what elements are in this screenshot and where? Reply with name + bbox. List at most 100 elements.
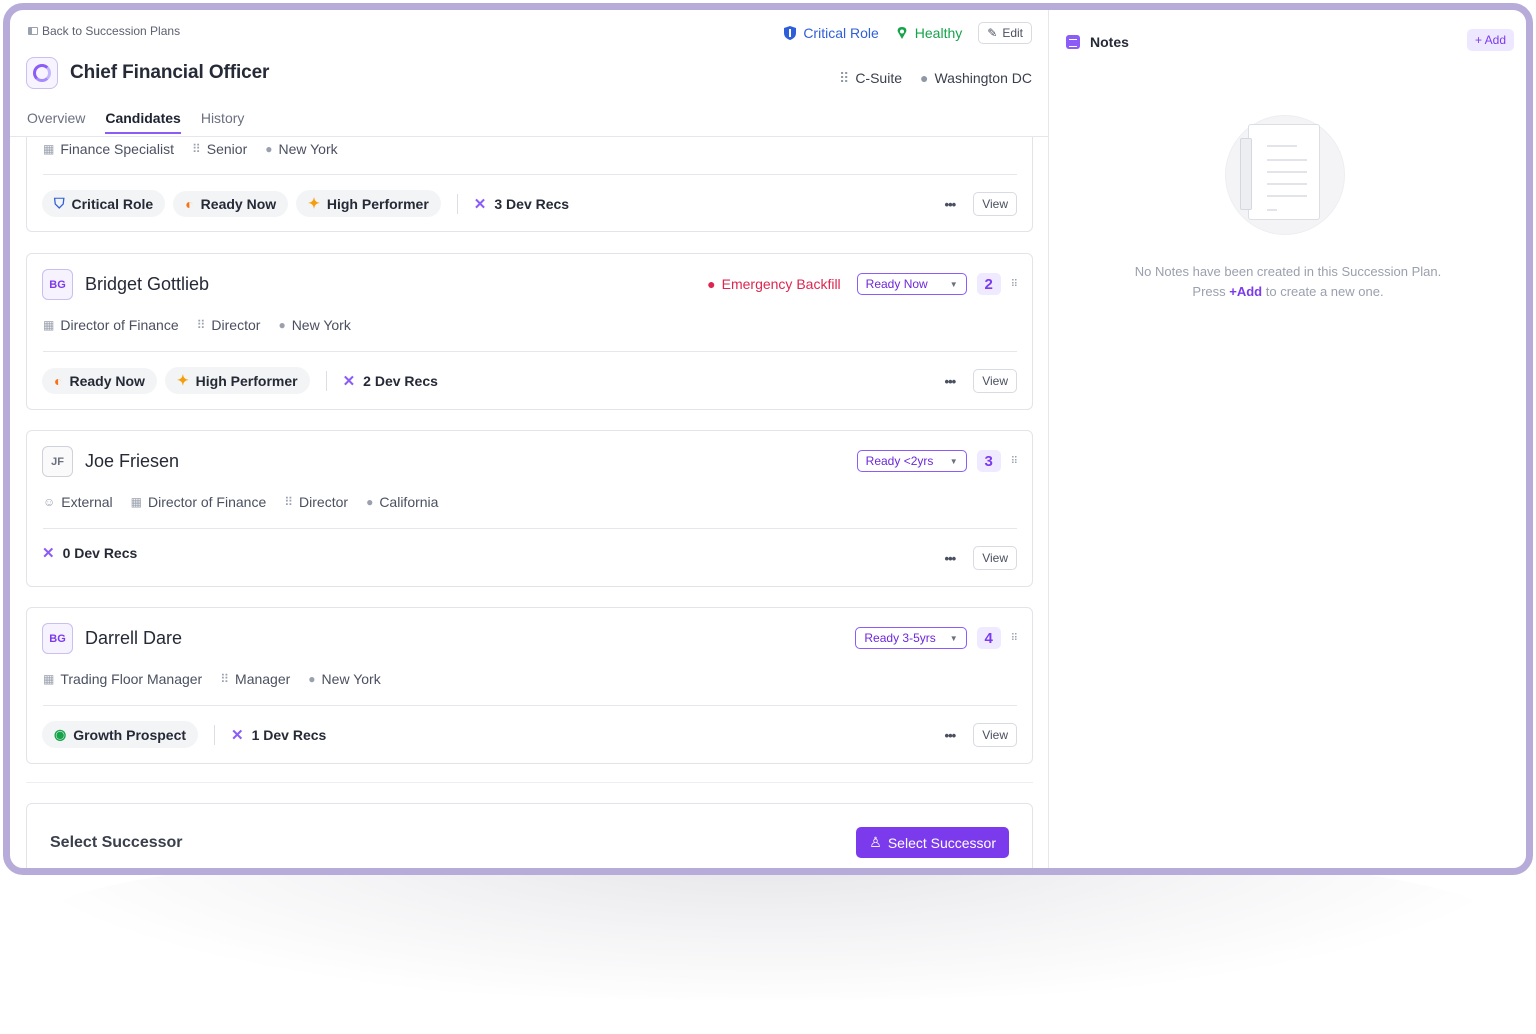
back-label: Back to Succession Plans [42, 24, 181, 38]
candidate-card: BG Darrell Dare Ready 3-5yrs ▼ 4 ⠿ ▦ Tradi… [26, 607, 1033, 764]
select-successor-button[interactable]: ♙ Select Successor [856, 827, 1009, 858]
growth-icon: ◉ [54, 726, 67, 742]
candidate-tags: ◐ Ready Now ✦ High Performer ✕ 2 Dev Recs [42, 367, 438, 394]
tools-icon: ✕ [342, 372, 356, 390]
rank-badge: 4 [976, 627, 1001, 649]
tools-icon: ✕ [473, 195, 487, 213]
org-chart-icon: ⠿ [191, 142, 201, 156]
ready-icon: ◐ [185, 195, 194, 212]
readiness-select[interactable]: Ready 3-5yrs ▼ [855, 627, 967, 649]
rank-badge: 2 [976, 273, 1001, 295]
tag-ready-now: ◐ Ready Now [173, 190, 289, 217]
healthy-badge: Healthy [895, 25, 962, 41]
tag-growth-prospect: ◉ Growth Prospect [42, 721, 199, 748]
empty-notes-message: No Notes have been created in this Succe… [1134, 264, 1442, 299]
readiness-select[interactable]: Ready Now ▼ [856, 273, 967, 295]
chevron-down-icon: ▼ [949, 456, 958, 466]
candidate-card: JF Joe Friesen Ready <2yrs ▼ 3 ⠿ ☺ Externa… [26, 430, 1033, 587]
candidate-header: BG Darrell Dare [42, 623, 182, 654]
card-actions: ••• View [945, 546, 1017, 570]
building-icon: ▦ [130, 495, 142, 509]
more-options-icon[interactable]: ••• [945, 551, 957, 566]
candidates-list[interactable]: ▦ Finance Specialist ⠿ Senior ● New York ⛉ C… [10, 137, 1048, 868]
tab-candidates[interactable]: Candidates [105, 110, 181, 134]
view-button[interactable]: View [973, 369, 1017, 393]
tab-bar: Overview Candidates History [27, 110, 244, 134]
candidate-controls: Ready 3-5yrs ▼ 4 ⠿ [855, 627, 1018, 649]
candidate-name[interactable]: Bridget Gottlieb [85, 274, 209, 295]
notes-icon [1066, 35, 1080, 49]
shield-icon [784, 26, 797, 40]
view-button[interactable]: View [973, 192, 1017, 216]
readiness-select[interactable]: Ready <2yrs ▼ [856, 450, 967, 472]
shield-icon: ⛉ [54, 195, 65, 211]
header-badges: Critical Role Healthy ✎ Edit [783, 22, 1032, 44]
more-options-icon[interactable]: ••• [945, 374, 957, 389]
critical-role-badge: Critical Role [783, 25, 879, 41]
edit-button[interactable]: ✎ Edit [978, 22, 1032, 44]
building-icon: ▦ [43, 318, 55, 332]
tab-history[interactable]: History [201, 110, 245, 134]
card-divider [43, 351, 1017, 352]
rank-badge: 3 [976, 450, 1001, 472]
person-icon: ☺ [43, 495, 56, 509]
empty-notes-illustration [1225, 115, 1345, 235]
tag-critical-role: ⛉ Critical Role [42, 190, 166, 217]
health-icon [897, 27, 907, 39]
main-panel: Back to Succession Plans Chief Financial… [10, 10, 1049, 868]
list-divider [26, 782, 1033, 783]
card-actions: ••• View [945, 369, 1017, 393]
card-divider [43, 528, 1017, 529]
dev-recs: ✕ 0 Dev Recs [42, 545, 138, 562]
building-icon: ▦ [43, 142, 55, 156]
add-note-button[interactable]: + Add [1466, 29, 1514, 51]
tag-high-performer: ✦ High Performer [164, 367, 310, 394]
sparkle-icon: ✦ [308, 195, 320, 211]
back-link[interactable]: Back to Succession Plans [28, 24, 180, 38]
candidate-tags: ⛉ Critical Role ◐ Ready Now ✦ High Performe… [42, 190, 569, 217]
candidate-name[interactable]: Darrell Dare [85, 628, 182, 649]
tab-overview[interactable]: Overview [27, 110, 85, 134]
drag-handle-icon[interactable]: ⠿ [1011, 456, 1018, 467]
separator [456, 193, 458, 214]
chevron-down-icon: ▼ [949, 279, 958, 289]
candidate-controls: ● Emergency Backfill Ready Now ▼ 2 ⠿ [707, 273, 1018, 295]
building-icon: ▦ [43, 672, 55, 686]
org-chart-icon: ⠿ [220, 672, 230, 686]
candidate-name[interactable]: Joe Friesen [85, 451, 179, 472]
more-options-icon[interactable]: ••• [945, 197, 957, 212]
dev-recs: ✕ 1 Dev Recs [231, 726, 327, 744]
separator [325, 370, 327, 391]
pin-icon: ● [308, 672, 316, 686]
candidate-meta: ▦ Finance Specialist ⠿ Senior ● New York [43, 141, 338, 157]
candidate-tags: ✕ 0 Dev Recs [42, 544, 137, 562]
title-row: Chief Financial Officer [26, 57, 269, 89]
org-chart-icon: ⠿ [196, 318, 206, 332]
pencil-icon [1240, 138, 1252, 210]
drag-handle-icon[interactable]: ⠿ [1011, 279, 1018, 290]
view-button[interactable]: View [973, 546, 1017, 570]
more-options-icon[interactable]: ••• [945, 728, 957, 743]
chevron-down-icon: ▼ [949, 633, 958, 643]
view-button[interactable]: View [973, 723, 1017, 747]
candidate-header: JF Joe Friesen [42, 446, 179, 477]
tag-high-performer: ✦ High Performer [296, 190, 441, 217]
avatar: BG [42, 269, 73, 300]
candidate-header: BG Bridget Gottlieb [42, 269, 209, 300]
tag-ready-now: ◐ Ready Now [42, 367, 157, 394]
drag-handle-icon[interactable]: ⠿ [1011, 633, 1018, 644]
notes-panel: Notes + Add No Notes have been created i… [1050, 10, 1526, 868]
document-icon [1248, 124, 1320, 220]
page-title: Chief Financial Officer [70, 62, 270, 83]
candidate-controls: Ready <2yrs ▼ 3 ⠿ [856, 450, 1018, 472]
select-successor-panel: Select Successor ♙ Select Successor [26, 803, 1033, 868]
emergency-backfill-flag: ● Emergency Backfill [707, 276, 841, 292]
notes-header: Notes [1066, 34, 1129, 50]
location-meta: ● Washington DC [920, 70, 1032, 86]
card-actions: ••• View [945, 723, 1017, 747]
candidate-card: BG Bridget Gottlieb ● Emergency Backfill … [26, 253, 1033, 410]
inline-add-link[interactable]: +Add [1229, 284, 1262, 299]
role-logo-icon [26, 57, 58, 89]
level-meta: ⠿ C-Suite [839, 70, 902, 86]
pencil-icon: ✎ [987, 26, 998, 40]
